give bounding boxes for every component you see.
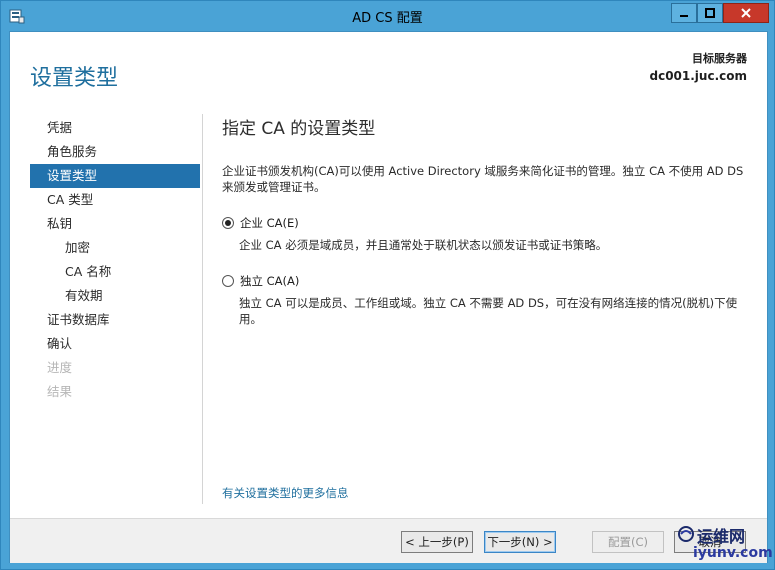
wizard-client-area: 设置类型 目标服务器 dc001.juc.com 凭据 角色服务 设置类型 CA… (9, 31, 768, 563)
watermark-text-bottom: iyunv.com (693, 545, 773, 561)
nav-item-credentials[interactable]: 凭据 (30, 116, 200, 140)
enterprise-ca-label[interactable]: 企业 CA(E) (240, 215, 299, 231)
more-info-link[interactable]: 有关设置类型的更多信息 (222, 485, 349, 501)
site-watermark: 运维网 iyunv.com (677, 521, 773, 567)
intro-text: 企业证书颁发机构(CA)可以使用 Active Directory 域服务来简化… (222, 164, 744, 194)
nav-item-role-services[interactable]: 角色服务 (30, 140, 200, 164)
minimize-button[interactable] (671, 3, 697, 23)
option-standalone-ca[interactable]: 独立 CA(A) (222, 273, 752, 289)
target-server-label: 目标服务器 (692, 52, 747, 65)
watermark-logo-icon (678, 526, 694, 542)
nav-item-certificate-database[interactable]: 证书数据库 (30, 308, 200, 332)
nav-item-private-key[interactable]: 私钥 (30, 212, 200, 236)
section-title: 指定 CA 的设置类型 (222, 119, 376, 139)
maximize-button[interactable] (697, 3, 723, 23)
minimize-icon (680, 15, 688, 17)
wizard-footer: < 上一步(P) 下一步(N) > 配置(C) 取消 (10, 518, 767, 563)
option-enterprise-ca[interactable]: 企业 CA(E) (222, 215, 752, 231)
nav-item-confirmation[interactable]: 确认 (30, 332, 200, 356)
enterprise-ca-description: 企业 CA 必须是域成员，并且通常处于联机状态以颁发证书或证书策略。 (239, 238, 608, 252)
nav-divider (202, 114, 203, 504)
target-server-value: dc001.juc.com (649, 69, 748, 83)
nav-item-progress: 进度 (47, 360, 73, 375)
nav-item-results: 结果 (47, 384, 73, 399)
configure-button: 配置(C) (592, 531, 664, 553)
wizard-nav: 凭据 角色服务 设置类型 CA 类型 私钥 加密 CA 名称 有效期 证书数据库… (30, 116, 200, 404)
maximize-icon (705, 8, 715, 18)
next-button[interactable]: 下一步(N) > (484, 531, 556, 553)
standalone-ca-label[interactable]: 独立 CA(A) (240, 273, 299, 289)
nav-item-ca-name[interactable]: CA 名称 (30, 260, 200, 284)
previous-button[interactable]: < 上一步(P) (401, 531, 473, 553)
title-bar[interactable]: AD CS 配置 (1, 1, 774, 31)
nav-item-cryptography[interactable]: 加密 (30, 236, 200, 260)
window-title: AD CS 配置 (352, 11, 423, 26)
ad-cs-config-window: AD CS 配置 设置类型 目标服务器 dc001.juc.com 凭据 角色服… (0, 0, 775, 570)
close-button[interactable] (723, 3, 769, 23)
standalone-ca-radio[interactable] (222, 275, 234, 287)
enterprise-ca-radio[interactable] (222, 217, 234, 229)
nav-item-setup-type[interactable]: 设置类型 (30, 164, 200, 188)
close-icon (741, 8, 751, 18)
main-content: 指定 CA 的设置类型 企业证书颁发机构(CA)可以使用 Active Dire… (222, 114, 752, 327)
nav-item-validity-period[interactable]: 有效期 (30, 284, 200, 308)
nav-item-ca-type[interactable]: CA 类型 (30, 188, 200, 212)
watermark-text-top: 运维网 (697, 527, 746, 546)
standalone-ca-description: 独立 CA 可以是成员、工作组或域。独立 CA 不需要 AD DS，可在没有网络… (239, 296, 738, 326)
page-title: 设置类型 (30, 66, 119, 91)
